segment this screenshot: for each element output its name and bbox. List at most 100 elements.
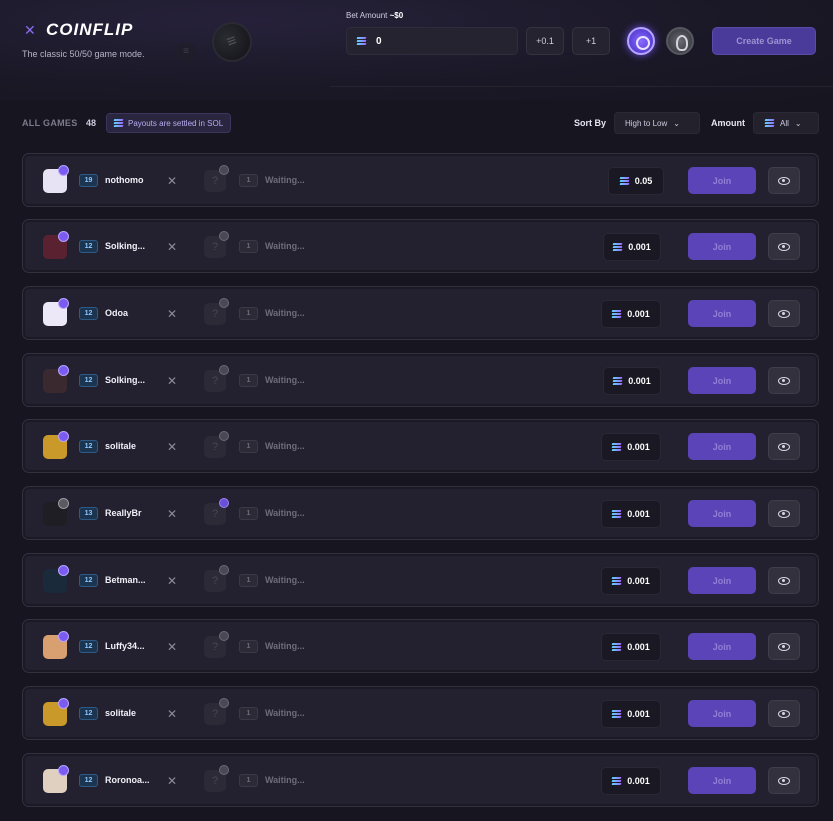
wager-value: 0.001 <box>627 776 650 786</box>
level-badge: 12 <box>79 240 98 253</box>
solana-coin-icon: ≡ <box>176 42 196 62</box>
versus-icon: ✕ <box>166 507 178 521</box>
username: Luffy34... <box>105 641 145 651</box>
chevron-down-icon: ⌄ <box>794 118 802 128</box>
eye-icon <box>778 642 790 651</box>
view-game-button[interactable] <box>768 567 800 594</box>
solana-icon <box>611 443 622 451</box>
eye-icon <box>778 176 790 185</box>
game-row: 12 solitale ✕ ? 1 Waiting... 0.001 Join <box>22 419 819 473</box>
view-game-button[interactable] <box>768 700 800 727</box>
opponent-level-badge: 1 <box>239 307 258 320</box>
eye-icon <box>778 576 790 585</box>
sort-value: High to Low <box>625 118 668 128</box>
status-text: Waiting... <box>265 375 305 385</box>
sort-select[interactable]: High to Low ⌄ <box>614 112 700 134</box>
eye-icon <box>778 309 790 318</box>
view-game-button[interactable] <box>768 767 800 794</box>
solana-icon <box>611 710 622 718</box>
join-button[interactable]: Join <box>688 500 756 527</box>
view-game-button[interactable] <box>768 633 800 660</box>
solana-icon <box>611 510 622 518</box>
username: ReallyBr <box>105 508 142 518</box>
wager-value: 0.001 <box>627 709 650 719</box>
game-row: 19 nothomo ✕ ? 1 Waiting... 0.05 Join <box>22 153 819 207</box>
bet-amount-field[interactable] <box>346 27 518 55</box>
opponent-side-icon <box>219 565 229 575</box>
eye-icon <box>778 709 790 718</box>
status-text: Waiting... <box>265 575 305 585</box>
amount-select[interactable]: All ⌄ <box>753 112 819 134</box>
payout-info-badge: Payouts are settled in SOL <box>106 113 232 133</box>
status-text: Waiting... <box>265 508 305 518</box>
opponent-level-badge: 1 <box>239 707 258 720</box>
game-row: 12 Solking... ✕ ? 1 Waiting... 0.001 Joi… <box>22 219 819 273</box>
heads-side-button[interactable] <box>627 27 655 55</box>
versus-icon: ✕ <box>166 707 178 721</box>
solana-icon <box>611 643 622 651</box>
rank-badge-icon <box>58 165 69 176</box>
opponent-side-icon <box>219 765 229 775</box>
view-game-button[interactable] <box>768 167 800 194</box>
page-title: COINFLIP <box>46 20 134 39</box>
add-1-button[interactable]: +1 <box>572 27 610 55</box>
level-badge: 12 <box>79 640 98 653</box>
rank-badge-icon <box>58 298 69 309</box>
wager-amount: 0.001 <box>601 433 661 461</box>
opponent-level-badge: 1 <box>239 574 258 587</box>
tails-side-button[interactable] <box>666 27 694 55</box>
join-button[interactable]: Join <box>688 633 756 660</box>
join-button[interactable]: Join <box>688 700 756 727</box>
versus-icon: ✕ <box>166 440 178 454</box>
chevron-down-icon: ⌄ <box>673 118 680 128</box>
versus-icon: ✕ <box>166 640 178 654</box>
username: Solking... <box>105 375 146 385</box>
game-row: 12 Roronoa... ✕ ? 1 Waiting... 0.001 Joi… <box>22 753 819 807</box>
opponent-level-badge: 1 <box>239 640 258 653</box>
wager-value: 0.001 <box>627 576 650 586</box>
username: nothomo <box>105 175 144 185</box>
bet-amount-input[interactable] <box>376 35 496 47</box>
game-row: 12 Betman... ✕ ? 1 Waiting... 0.001 Join <box>22 553 819 607</box>
join-button[interactable]: Join <box>688 233 756 260</box>
all-games-label: ALL GAMES <box>22 118 78 128</box>
filter-bar: ALL GAMES 48 Payouts are settled in SOL … <box>22 112 819 134</box>
opponent-level-badge: 1 <box>239 174 258 187</box>
add-0.1-button[interactable]: +0.1 <box>526 27 564 55</box>
opponent-level-badge: 1 <box>239 374 258 387</box>
wager-amount: 0.001 <box>603 233 661 261</box>
join-button[interactable]: Join <box>688 367 756 394</box>
view-game-button[interactable] <box>768 300 800 327</box>
opponent-side-icon <box>219 498 229 508</box>
rank-badge-icon <box>58 765 69 776</box>
rank-badge-icon <box>58 498 69 509</box>
bet-amount-label: Bet Amount ~$0 <box>346 11 404 20</box>
solana-icon <box>612 377 623 385</box>
rank-badge-icon <box>58 631 69 642</box>
join-button[interactable]: Join <box>688 567 756 594</box>
game-row: 12 Solking... ✕ ? 1 Waiting... 0.001 Joi… <box>22 353 819 407</box>
solana-icon <box>113 119 124 127</box>
view-game-button[interactable] <box>768 233 800 260</box>
wager-value: 0.001 <box>628 242 651 252</box>
level-badge: 13 <box>79 507 98 520</box>
level-badge: 12 <box>79 707 98 720</box>
game-row: 12 Odoa ✕ ? 1 Waiting... 0.001 Join <box>22 286 819 340</box>
game-row: 12 solitale ✕ ? 1 Waiting... 0.001 Join <box>22 686 819 740</box>
view-game-button[interactable] <box>768 433 800 460</box>
game-row: 12 Luffy34... ✕ ? 1 Waiting... 0.001 Joi… <box>22 619 819 673</box>
wager-amount: 0.001 <box>601 700 661 728</box>
join-button[interactable]: Join <box>688 767 756 794</box>
view-game-button[interactable] <box>768 500 800 527</box>
wager-value: 0.001 <box>627 642 650 652</box>
join-button[interactable]: Join <box>688 167 756 194</box>
eye-icon <box>778 442 790 451</box>
view-game-button[interactable] <box>768 367 800 394</box>
status-text: Waiting... <box>265 175 305 185</box>
game-row: 13 ReallyBr ✕ ? 1 Waiting... 0.001 Join <box>22 486 819 540</box>
solana-icon <box>356 37 367 45</box>
join-button[interactable]: Join <box>688 433 756 460</box>
join-button[interactable]: Join <box>688 300 756 327</box>
crossed-swords-icon: ✕ <box>24 22 36 38</box>
create-game-button[interactable]: Create Game <box>712 27 816 55</box>
